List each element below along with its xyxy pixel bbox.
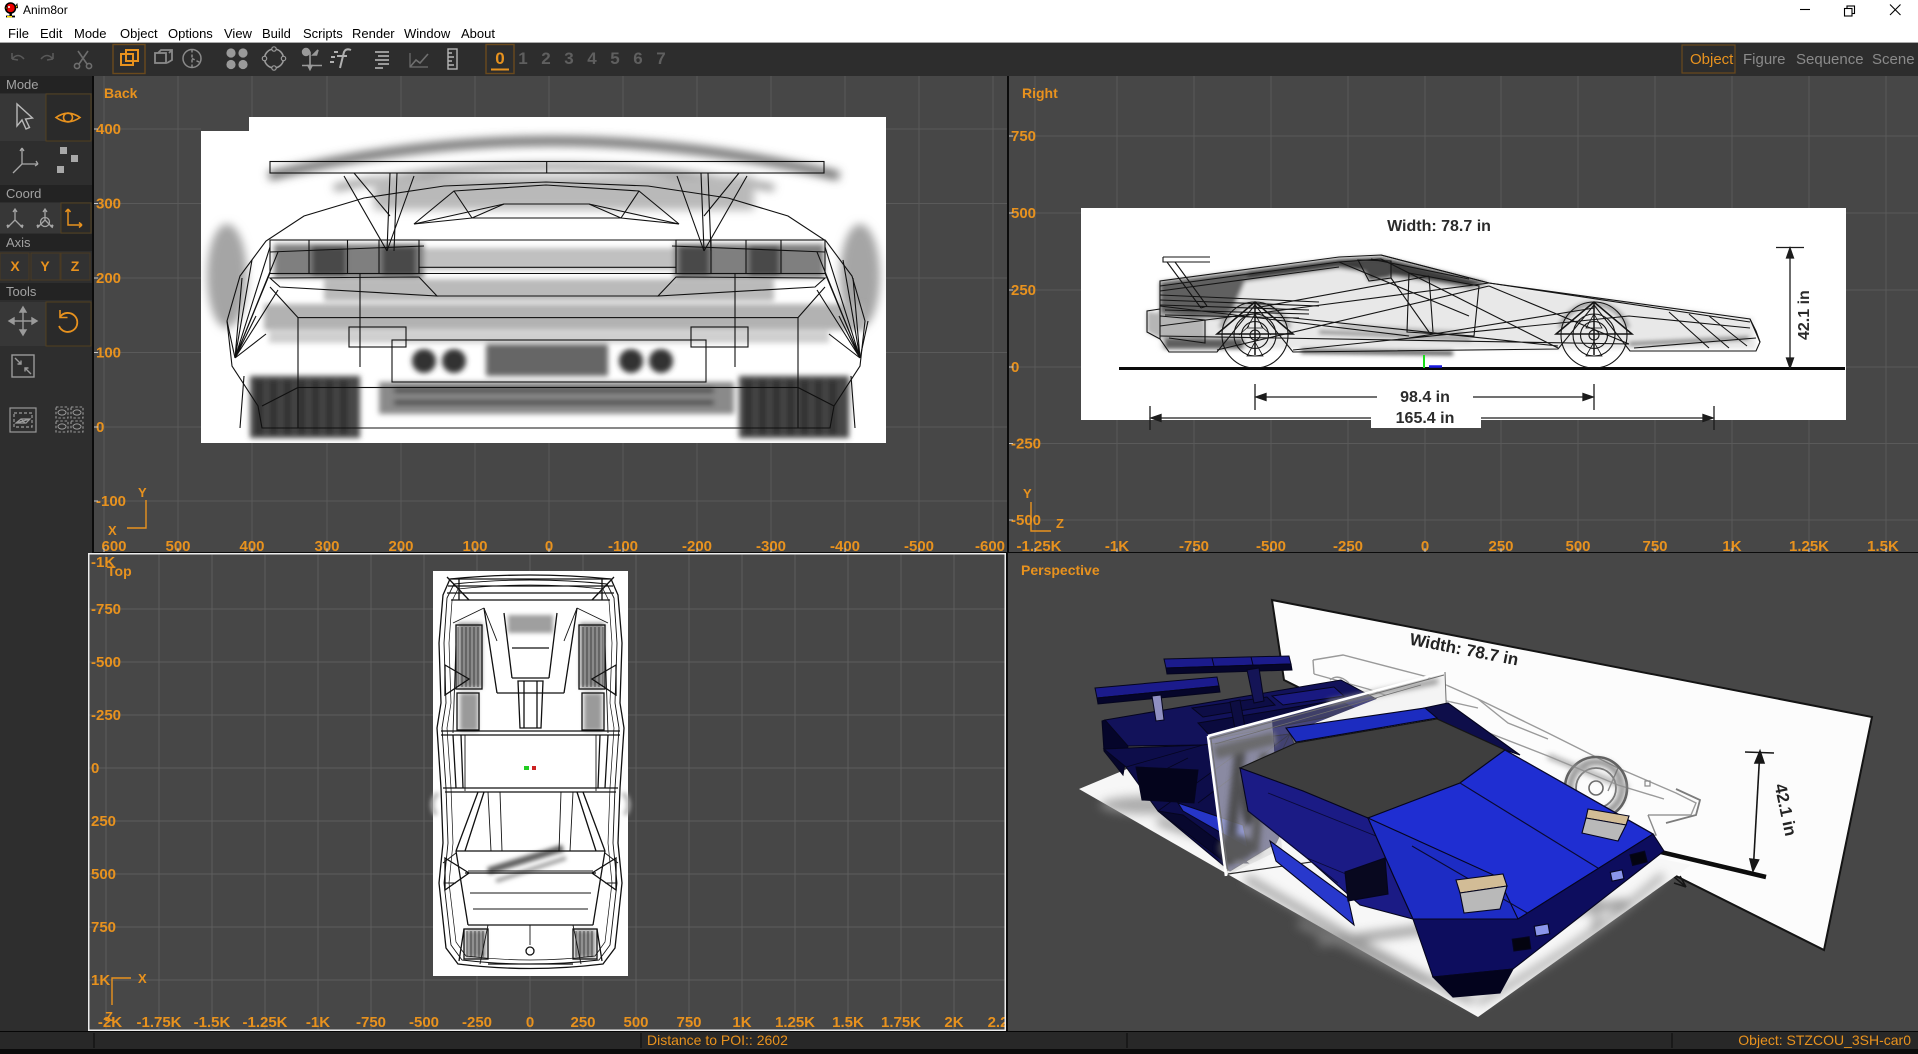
svg-text:Object: Object (1690, 51, 1734, 68)
svg-text:-1.25K: -1.25K (1016, 538, 1061, 552)
svg-text:42.1 in: 42.1 in (1796, 290, 1813, 340)
svg-text:-250: -250 (462, 1014, 492, 1031)
svg-text:Back: Back (104, 85, 138, 101)
svg-text:500: 500 (623, 1014, 648, 1031)
svg-text:2K: 2K (944, 1014, 963, 1031)
svg-text:Z: Z (71, 258, 80, 274)
svg-text:250: 250 (1011, 282, 1036, 299)
svg-text:Mode: Mode (6, 77, 39, 92)
svg-text:-250: -250 (91, 707, 121, 724)
svg-text:4: 4 (587, 49, 597, 68)
svg-text:2: 2 (541, 49, 550, 68)
svg-text:600: 600 (101, 538, 126, 552)
svg-text:-1.5K: -1.5K (194, 1014, 231, 1031)
svg-text:750: 750 (91, 919, 116, 936)
svg-text:-600: -600 (975, 538, 1005, 552)
svg-text:Coord: Coord (6, 186, 41, 201)
svg-text:3: 3 (564, 49, 573, 68)
svg-text:98.4 in: 98.4 in (1400, 389, 1450, 406)
svg-text:Sequence: Sequence (1796, 51, 1864, 68)
svg-text:Z: Z (105, 1009, 113, 1024)
svg-text:1K: 1K (91, 972, 110, 989)
svg-text:1.75K: 1.75K (881, 1014, 921, 1031)
svg-text:750: 750 (676, 1014, 701, 1031)
svg-text:Tools: Tools (6, 284, 37, 299)
svg-text:-750: -750 (356, 1014, 386, 1031)
svg-text:250: 250 (570, 1014, 595, 1031)
svg-text:-1K: -1K (306, 1014, 330, 1031)
svg-text:Scene: Scene (1872, 51, 1915, 68)
svg-text:165.4 in: 165.4 in (1396, 410, 1455, 427)
svg-text:Width: 78.7 in: Width: 78.7 in (1387, 218, 1491, 235)
svg-text:Perspective: Perspective (1021, 562, 1100, 578)
svg-text:Z: Z (1056, 516, 1064, 531)
svg-text:0: 0 (91, 760, 99, 777)
svg-text:1.5K: 1.5K (1867, 538, 1899, 552)
svg-text:1: 1 (518, 49, 527, 68)
svg-text:1.5K: 1.5K (832, 1014, 864, 1031)
svg-text:200: 200 (96, 270, 121, 287)
svg-text:500: 500 (91, 866, 116, 883)
svg-text:300: 300 (96, 196, 121, 213)
svg-text:-1.25K: -1.25K (242, 1014, 287, 1031)
svg-text:100: 100 (96, 345, 121, 362)
svg-text:X: X (108, 523, 117, 538)
svg-text:-100: -100 (96, 493, 126, 510)
svg-text:500: 500 (1011, 205, 1036, 222)
svg-text:-500: -500 (409, 1014, 439, 1031)
svg-text:Object: STZCOU_3SH-car0: Object: STZCOU_3SH-car0 (1738, 1032, 1911, 1048)
svg-text:6: 6 (633, 49, 642, 68)
svg-text:-250: -250 (1011, 436, 1041, 453)
svg-text:Y: Y (40, 258, 50, 274)
svg-text:400: 400 (96, 121, 121, 138)
svg-text:0: 0 (526, 1014, 534, 1031)
svg-text:X: X (138, 971, 147, 986)
svg-text:-750: -750 (91, 601, 121, 618)
svg-text:Y: Y (138, 485, 147, 500)
svg-text:1.25K: 1.25K (775, 1014, 815, 1031)
svg-text:-1.75K: -1.75K (136, 1014, 181, 1031)
svg-text:Right: Right (1022, 85, 1058, 101)
svg-text:Y: Y (1023, 486, 1032, 501)
svg-text:250: 250 (91, 813, 116, 830)
svg-text:Top: Top (107, 563, 132, 579)
svg-text:X: X (10, 258, 20, 274)
svg-text:Axis: Axis (6, 235, 31, 250)
svg-text:Figure: Figure (1743, 51, 1786, 68)
svg-text:-500: -500 (1011, 512, 1041, 529)
svg-text:7: 7 (656, 49, 665, 68)
svg-text:5: 5 (610, 49, 619, 68)
svg-text:0: 0 (495, 49, 504, 68)
svg-text:-500: -500 (91, 654, 121, 671)
svg-text:Distance to POI:: 2602: Distance to POI:: 2602 (647, 1032, 788, 1048)
svg-text:750: 750 (1011, 128, 1036, 145)
svg-text:1K: 1K (732, 1014, 751, 1031)
svg-text:2.2: 2.2 (988, 1014, 1006, 1031)
